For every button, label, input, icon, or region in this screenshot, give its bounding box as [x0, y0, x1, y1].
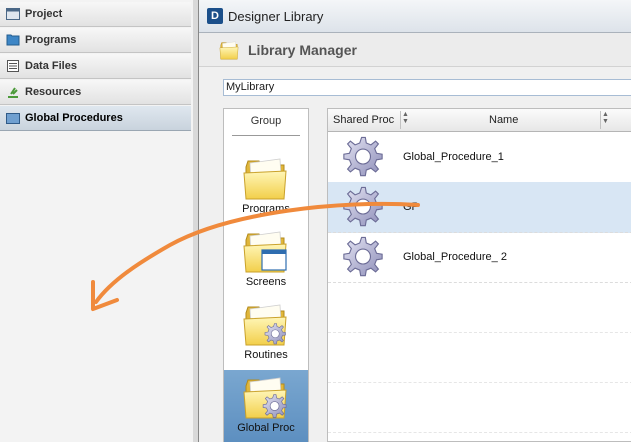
column-header-shared-proc[interactable]: Shared Proc	[333, 109, 394, 131]
window-title: Designer Library	[228, 8, 324, 24]
resources-icon	[8, 87, 18, 98]
nav-item-label: Resources	[25, 86, 82, 98]
table-row[interactable]: Global_Procedure_1	[328, 132, 631, 183]
group-item-label: Routines	[244, 349, 288, 361]
empty-row	[328, 382, 631, 433]
group-item-screens[interactable]: Screens	[224, 224, 308, 296]
group-item-routines[interactable]: Routines	[224, 297, 308, 369]
procedures-grid: Shared Proc ▲ ▼ Name ▲ ▼ Global_Procedure_…	[327, 108, 631, 442]
app-icon: D	[207, 8, 223, 24]
group-item-programs[interactable]: Programs	[224, 151, 308, 223]
programs-icon	[6, 34, 20, 46]
window-titlebar[interactable]: D Designer Library	[199, 0, 631, 33]
group-item-label: Programs	[242, 203, 290, 215]
column-divider[interactable]	[400, 111, 401, 129]
folder-gear-icon	[243, 304, 287, 346]
nav-item-programs[interactable]: Programs	[0, 28, 191, 53]
nav-item-global-procedures[interactable]: Global Procedures	[0, 106, 191, 131]
data-files-icon	[7, 60, 19, 72]
folder-screen-icon	[243, 231, 287, 273]
empty-row	[328, 282, 631, 333]
group-item-global-proc[interactable]: Global Proc	[224, 370, 308, 442]
nav-item-label: Programs	[25, 34, 77, 46]
group-item-label: Global Proc	[237, 422, 295, 434]
global-procedures-icon	[6, 113, 20, 124]
nav-item-label: Data Files	[25, 60, 77, 72]
procedure-name: Global_Procedure_ 2	[403, 251, 507, 263]
library-select[interactable]: MyLibrary	[223, 79, 631, 96]
group-column: Group Programs Screens Routines Global P…	[223, 108, 309, 442]
designer-library-window: D Designer Library Library Manager MyLib…	[198, 0, 631, 442]
table-row[interactable]: Global_Procedure_ 2	[328, 232, 631, 283]
gear-icon	[343, 186, 383, 227]
nav-item-label: Project	[25, 8, 63, 20]
project-icon	[6, 8, 20, 20]
sort-icon[interactable]: ▲ ▼	[602, 111, 609, 125]
library-manager-header: Library Manager	[199, 33, 631, 67]
gear-icon	[343, 136, 383, 177]
empty-row	[328, 332, 631, 383]
group-item-label: Screens	[245, 276, 287, 288]
table-row[interactable]: GP	[328, 182, 631, 233]
sort-icon[interactable]: ▲ ▼	[402, 111, 409, 125]
nav-item-data-files[interactable]: Data Files	[0, 54, 191, 79]
nav-item-project[interactable]: Project	[0, 2, 191, 27]
column-header-name[interactable]: Name	[489, 109, 518, 131]
grid-header: Shared Proc ▲ ▼ Name ▲ ▼	[328, 109, 631, 132]
folder-icon	[243, 158, 287, 200]
folder-procedure-icon	[243, 377, 287, 419]
gear-icon	[343, 236, 383, 277]
group-divider	[232, 135, 300, 136]
group-header: Group	[250, 115, 282, 127]
nav-item-resources[interactable]: Resources	[0, 80, 191, 105]
procedure-name: GP	[403, 201, 419, 213]
column-divider[interactable]	[600, 111, 601, 129]
navigation-panel: Project Programs Data Files Resources Gl…	[0, 0, 194, 442]
library-manager-title: Library Manager	[248, 41, 357, 58]
folder-icon	[219, 41, 239, 59]
nav-item-label: Global Procedures	[25, 112, 123, 124]
procedure-name: Global_Procedure_1	[403, 151, 504, 163]
